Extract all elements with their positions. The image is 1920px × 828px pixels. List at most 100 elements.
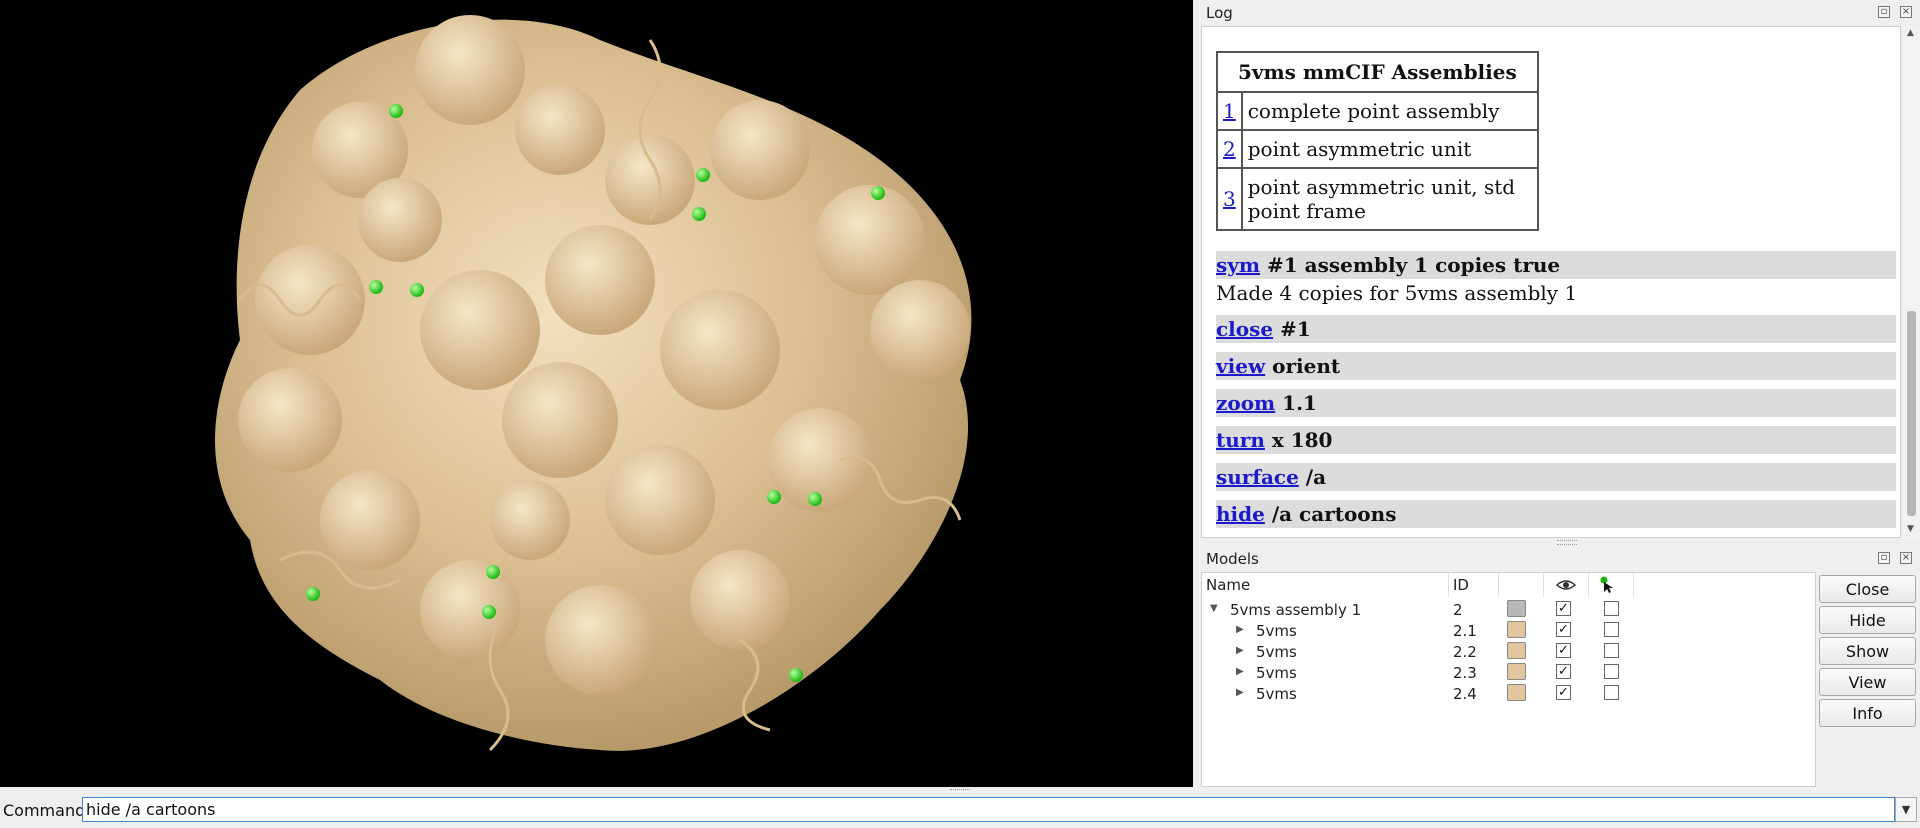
column-header-shown[interactable] — [1544, 573, 1589, 597]
model-row[interactable]: ▶ 5vms 2.4 ✓ — [1202, 683, 1815, 704]
model-shown-checkbox[interactable]: ✓ — [1556, 601, 1571, 616]
command-args: /a cartoons — [1271, 502, 1397, 526]
model-color-swatch[interactable] — [1507, 600, 1526, 617]
scroll-down-icon[interactable]: ▼ — [1907, 524, 1914, 534]
command-label: Command: — [3, 801, 91, 820]
close-icon[interactable]: × — [1900, 6, 1912, 18]
model-id: 2.3 — [1453, 664, 1477, 682]
log-command: sym #1 assembly 1 copies true — [1216, 251, 1896, 279]
show-button[interactable]: Show — [1819, 637, 1916, 665]
command-args: #1 assembly 1 copies true — [1267, 253, 1561, 277]
view-button[interactable]: View — [1819, 668, 1916, 696]
model-name: 5vms — [1256, 643, 1297, 661]
float-icon[interactable]: ▫ — [1878, 552, 1890, 564]
command-link-zoom[interactable]: zoom — [1216, 391, 1275, 415]
model-id: 2.1 — [1453, 622, 1477, 640]
model-id: 2.2 — [1453, 643, 1477, 661]
float-icon[interactable]: ▫ — [1878, 6, 1890, 18]
log-title-text: Log — [1206, 4, 1233, 22]
model-select-checkbox[interactable] — [1604, 601, 1619, 616]
expand-triangle-icon[interactable]: ▶ — [1236, 624, 1244, 635]
command-args: x 180 — [1271, 428, 1333, 452]
command-link-close[interactable]: close — [1216, 317, 1273, 341]
expand-triangle-icon[interactable]: ▶ — [1236, 687, 1244, 698]
models-panel-controls: ▫ × — [1878, 552, 1912, 564]
model-row[interactable]: ▶ 5vms 2.1 ✓ — [1202, 620, 1815, 641]
model-select-checkbox[interactable] — [1604, 664, 1619, 679]
command-link-view[interactable]: view — [1216, 354, 1265, 378]
command-args: #1 — [1280, 317, 1311, 341]
bottom-splitter[interactable] — [950, 789, 970, 793]
model-select-checkbox[interactable] — [1604, 685, 1619, 700]
hide-button[interactable]: Hide — [1819, 606, 1916, 634]
model-name: 5vms — [1256, 664, 1297, 682]
model-name: 5vms — [1256, 685, 1297, 703]
column-header-id[interactable]: ID — [1449, 573, 1499, 597]
pointer-icon — [1600, 576, 1613, 593]
model-select-checkbox[interactable] — [1604, 622, 1619, 637]
scroll-thumb[interactable] — [1907, 311, 1916, 516]
command-args: orient — [1272, 354, 1341, 378]
graphics-viewport[interactable] — [0, 0, 1193, 787]
assembly-desc: point asymmetric unit — [1240, 129, 1539, 169]
expand-triangle-icon[interactable]: ▶ — [1236, 645, 1244, 656]
log-command: turn x 180 — [1216, 426, 1896, 454]
model-color-swatch[interactable] — [1507, 663, 1526, 680]
column-header-select[interactable] — [1589, 573, 1634, 597]
log-command: hide /a cartoons — [1216, 500, 1896, 528]
expand-triangle-icon[interactable]: ▶ — [1236, 666, 1244, 677]
command-link-surface[interactable]: surface — [1216, 465, 1299, 489]
log-command: close #1 — [1216, 315, 1896, 343]
log-content[interactable]: 5vms mmCIF Assemblies 1 complete point a… — [1201, 26, 1901, 538]
assembly-desc: point asymmetric unit, std point frame — [1240, 167, 1539, 231]
command-link-sym[interactable]: sym — [1216, 253, 1260, 277]
model-row[interactable]: ▶ 5vms 2.3 ✓ — [1202, 662, 1815, 683]
log-command: zoom 1.1 — [1216, 389, 1896, 417]
command-args: 1.1 — [1282, 391, 1317, 415]
assembly-row: 1 complete point assembly — [1216, 91, 1539, 131]
column-header-color[interactable] — [1499, 573, 1544, 597]
log-output: Made 4 copies for 5vms assembly 1 — [1216, 281, 1578, 305]
close-icon[interactable]: × — [1900, 552, 1912, 564]
models-panel-title: Models — [1197, 546, 1920, 572]
info-button[interactable]: Info — [1819, 699, 1916, 727]
panel-splitter[interactable] — [1197, 538, 1920, 546]
model-color-swatch[interactable] — [1507, 642, 1526, 659]
assembly-desc: complete point assembly — [1240, 91, 1539, 131]
model-shown-checkbox[interactable]: ✓ — [1556, 685, 1571, 700]
eye-icon — [1556, 580, 1576, 590]
command-input[interactable]: hide /a cartoons — [82, 797, 1895, 822]
command-bar: Command: hide /a cartoons ▼ — [0, 794, 1920, 828]
command-link-turn[interactable]: turn — [1216, 428, 1265, 452]
scroll-up-icon[interactable]: ▲ — [1907, 28, 1914, 38]
models-title-text: Models — [1206, 550, 1259, 568]
expand-triangle-icon[interactable]: ▼ — [1210, 603, 1218, 614]
model-shown-checkbox[interactable]: ✓ — [1556, 664, 1571, 679]
molecule-surface-render — [215, 15, 972, 752]
model-name: 5vms assembly 1 — [1230, 601, 1362, 619]
assembly-link-2[interactable]: 2 — [1223, 137, 1236, 161]
command-args: /a — [1305, 465, 1327, 489]
model-row[interactable]: ▼ 5vms assembly 1 2 ✓ — [1202, 599, 1815, 620]
log-command: view orient — [1216, 352, 1896, 380]
model-shown-checkbox[interactable]: ✓ — [1556, 622, 1571, 637]
model-color-swatch[interactable] — [1507, 621, 1526, 638]
log-command: surface /a — [1216, 463, 1896, 491]
command-link-hide[interactable]: hide — [1216, 502, 1265, 526]
assembly-link-1[interactable]: 1 — [1223, 99, 1236, 123]
assembly-link-3[interactable]: 3 — [1223, 187, 1236, 211]
log-scrollbar[interactable]: ▲ ▼ — [1903, 26, 1920, 538]
chevron-down-icon[interactable]: ▼ — [1895, 797, 1917, 822]
model-select-checkbox[interactable] — [1604, 643, 1619, 658]
model-name: 5vms — [1256, 622, 1297, 640]
model-color-swatch[interactable] — [1507, 684, 1526, 701]
assembly-row: 3 point asymmetric unit, std point frame — [1216, 167, 1539, 231]
models-table[interactable]: Name ID ▼ 5vms assembly 1 2 ✓ ▶ 5vms 2.1… — [1201, 572, 1816, 787]
column-header-name[interactable]: Name — [1202, 573, 1449, 597]
model-shown-checkbox[interactable]: ✓ — [1556, 643, 1571, 658]
model-row[interactable]: ▶ 5vms 2.2 ✓ — [1202, 641, 1815, 662]
log-panel-title: Log — [1197, 0, 1920, 26]
model-id: 2.4 — [1453, 685, 1477, 703]
close-button[interactable]: Close — [1819, 575, 1916, 603]
model-id: 2 — [1453, 601, 1463, 619]
